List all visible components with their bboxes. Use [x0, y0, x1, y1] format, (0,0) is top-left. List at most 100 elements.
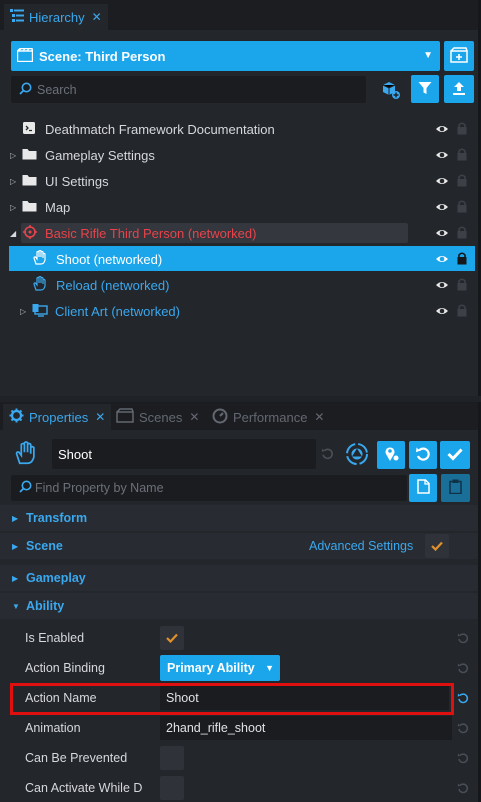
- eye-icon[interactable]: [435, 148, 449, 162]
- paste-button[interactable]: [441, 474, 470, 502]
- tab-hierarchy-label: Hierarchy: [29, 9, 85, 25]
- find-property-input[interactable]: Find Property by Name: [11, 475, 407, 501]
- eye-icon[interactable]: [435, 174, 449, 188]
- scene-dropdown[interactable]: Scene: Third Person ▼: [11, 41, 440, 71]
- section-transform-label: Transform: [26, 511, 88, 525]
- section-gameplay[interactable]: ▶ Gameplay: [0, 565, 478, 591]
- filter-button[interactable]: [411, 75, 439, 103]
- lock-icon[interactable]: [457, 225, 467, 239]
- hierarchy-item-reload[interactable]: Reload (networked): [0, 272, 478, 298]
- expand-arrow-icon[interactable]: ▷: [20, 307, 26, 316]
- search-placeholder: Search: [37, 82, 77, 97]
- section-transform[interactable]: ▶ Transform: [0, 505, 478, 531]
- tab-scenes-label: Scenes: [139, 409, 183, 425]
- lock-icon[interactable]: [457, 277, 467, 291]
- hierarchy-item-gameplay-settings[interactable]: ▷ Gameplay Settings: [0, 142, 478, 168]
- close-icon[interactable]: ✕: [314, 410, 324, 424]
- reset-icon[interactable]: [457, 692, 469, 704]
- scene-icon: [116, 408, 134, 426]
- eye-icon[interactable]: [435, 200, 449, 214]
- tab-scenes[interactable]: Scenes ✕: [110, 404, 205, 430]
- map-pin-icon: [383, 446, 399, 465]
- collapse-arrow-icon[interactable]: ◢: [10, 229, 16, 238]
- can-activate-checkbox[interactable]: [160, 776, 184, 800]
- lock-icon[interactable]: [457, 173, 467, 187]
- expand-arrow-icon[interactable]: ▷: [10, 177, 16, 186]
- tab-properties[interactable]: Properties ✕: [3, 404, 112, 430]
- animation-input[interactable]: 2hand_rifle_shoot: [160, 716, 452, 740]
- undo-icon: [415, 446, 431, 465]
- lock-icon[interactable]: [457, 199, 467, 213]
- expand-arrow-icon: ▶: [12, 573, 19, 583]
- hierarchy-item-label: Deathmatch Framework Documentation: [45, 121, 275, 137]
- reset-icon[interactable]: [457, 722, 469, 734]
- reset-icon[interactable]: [457, 632, 469, 644]
- lock-icon[interactable]: [457, 251, 467, 265]
- eye-icon[interactable]: [435, 252, 449, 266]
- expand-arrow-icon: ▶: [12, 541, 19, 551]
- tab-hierarchy[interactable]: Hierarchy ✕: [4, 4, 108, 30]
- close-icon[interactable]: ✕: [95, 410, 105, 424]
- action-binding-dropdown[interactable]: Primary Ability ▼: [160, 655, 280, 681]
- hierarchy-search-input[interactable]: Search: [11, 76, 366, 103]
- hierarchy-item-documentation[interactable]: Deathmatch Framework Documentation: [0, 116, 478, 142]
- hierarchy-item-client-art[interactable]: ▷ Client Art (networked): [0, 298, 478, 324]
- reset-icon[interactable]: [457, 752, 469, 764]
- eye-icon[interactable]: [435, 278, 449, 292]
- scene-icon: [16, 47, 34, 65]
- section-scene[interactable]: ▶ Scene Advanced Settings: [0, 533, 478, 559]
- can-activate-label: Can Activate While D: [25, 781, 142, 795]
- section-gameplay-label: Gameplay: [26, 571, 86, 585]
- tab-performance[interactable]: Performance ✕: [206, 404, 330, 430]
- add-object-icon[interactable]: [381, 80, 401, 100]
- scene-add-icon: [450, 46, 468, 66]
- action-name-value: Shoot: [166, 691, 199, 705]
- reset-icon[interactable]: [457, 782, 469, 794]
- expand-arrow-icon[interactable]: ▷: [10, 203, 16, 212]
- properties-tabbar: Properties ✕ Scenes ✕ Performance ✕: [0, 402, 478, 430]
- advanced-settings-checkbox[interactable]: [425, 534, 449, 558]
- property-can-activate-while-dead: Can Activate While D: [0, 773, 478, 802]
- close-icon[interactable]: ✕: [92, 10, 102, 24]
- reset-icon[interactable]: [457, 662, 469, 674]
- hierarchy-item-label: Gameplay Settings: [45, 147, 155, 163]
- chevron-down-icon: ▼: [423, 50, 433, 61]
- eye-icon[interactable]: [435, 304, 449, 318]
- close-icon[interactable]: ✕: [189, 410, 199, 424]
- eye-icon[interactable]: [435, 122, 449, 136]
- gauge-icon: [212, 408, 228, 427]
- expand-arrow-icon[interactable]: ▷: [10, 151, 16, 160]
- section-ability[interactable]: ▼ Ability: [0, 593, 478, 619]
- can-be-prevented-checkbox[interactable]: [160, 746, 184, 770]
- reset-button[interactable]: [409, 441, 437, 469]
- hierarchy-item-ui-settings[interactable]: ▷ UI Settings: [0, 168, 478, 194]
- hierarchy-item-map[interactable]: ▷ Map: [0, 194, 478, 220]
- copy-button[interactable]: [409, 474, 437, 502]
- eye-icon[interactable]: [435, 226, 449, 240]
- locate-button[interactable]: [377, 441, 405, 469]
- check-icon: [431, 541, 443, 551]
- new-scene-button[interactable]: [444, 41, 474, 71]
- hierarchy-item-shoot[interactable]: Shoot (networked): [0, 246, 478, 272]
- upload-button[interactable]: [444, 75, 474, 103]
- property-can-be-prevented: Can Be Prevented: [0, 743, 478, 773]
- animation-label: Animation: [25, 721, 81, 735]
- search-icon: [19, 480, 32, 496]
- lock-icon[interactable]: [457, 121, 467, 135]
- action-name-input[interactable]: Shoot: [160, 686, 449, 710]
- advanced-settings-label: Advanced Settings: [309, 539, 414, 553]
- filter-icon: [418, 81, 432, 98]
- hierarchy-item-basic-rifle[interactable]: ◢ Basic Rifle Third Person (networked): [0, 220, 478, 246]
- is-enabled-label: Is Enabled: [25, 631, 85, 645]
- apply-button[interactable]: [440, 441, 470, 469]
- is-enabled-checkbox[interactable]: [160, 626, 184, 650]
- lock-icon[interactable]: [457, 303, 467, 317]
- lock-icon[interactable]: [457, 147, 467, 161]
- object-name-input[interactable]: Shoot: [52, 439, 316, 469]
- reset-name-icon[interactable]: [321, 447, 334, 460]
- hierarchy-item-label: Map: [45, 199, 71, 215]
- networked-icon[interactable]: [344, 441, 370, 467]
- section-ability-label: Ability: [26, 599, 65, 613]
- expand-arrow-icon: ▶: [12, 513, 19, 523]
- folder-icon: [22, 200, 37, 215]
